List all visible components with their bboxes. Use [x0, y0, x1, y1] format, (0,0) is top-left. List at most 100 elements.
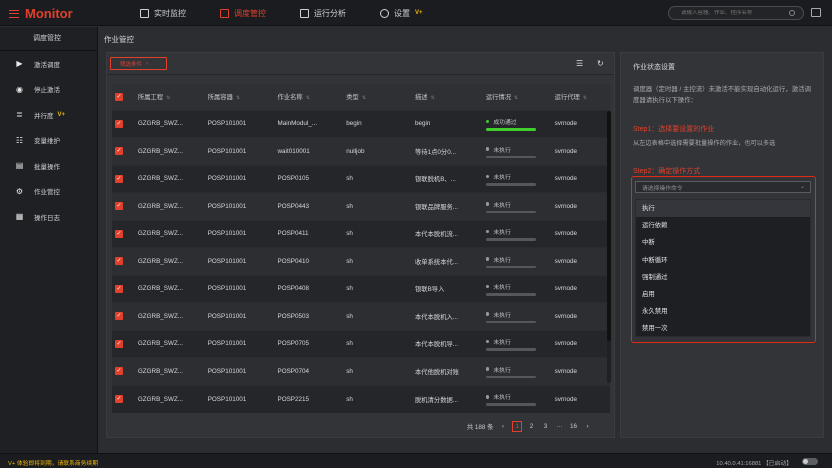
table-row[interactable]: ✓ GZGRB_SWZ... POSP101001 POSP0408 sh 银联B导入 未执…: [112, 274, 610, 303]
table-row[interactable]: ✓ GZGRB_SWZ... POSP101001 POSP0503 sh 本代本脱机入.…: [112, 302, 610, 330]
pager-prev[interactable]: ‹: [498, 423, 507, 430]
nav-run-analysis[interactable]: 运行分析: [300, 8, 346, 19]
sort-icon[interactable]: ⇅: [514, 95, 518, 101]
cell-job-name: POSP0704: [274, 357, 344, 385]
select-all-header[interactable]: ✓: [112, 84, 135, 110]
sort-icon[interactable]: ⇅: [362, 95, 366, 101]
cell-container: POSP101001: [204, 192, 275, 220]
row-select-cell[interactable]: ✓: [112, 192, 135, 220]
parallel-icon: ≣: [16, 110, 23, 120]
sidebar-item-batch[interactable]: ▤ 批量操作: [0, 153, 97, 179]
command-select[interactable]: 请选择操作命令 ⌄: [635, 181, 811, 193]
row-checkbox[interactable]: ✓: [115, 284, 123, 293]
pager-page-3[interactable]: 3: [541, 423, 550, 430]
cell-run-status: 未执行: [482, 219, 552, 248]
row-select-cell[interactable]: ✓: [112, 384, 135, 413]
table-row[interactable]: ✓ GZGRB_SWZ... POSP101001 POSP2215 sh 脱机清分数据.…: [112, 384, 610, 413]
row-select-cell[interactable]: ✓: [112, 137, 135, 165]
row-checkbox[interactable]: ✓: [115, 229, 123, 238]
sort-icon[interactable]: ⇅: [431, 95, 435, 101]
row-select-cell[interactable]: ✓: [112, 274, 135, 303]
col-description[interactable]: 描述 ⇅: [412, 84, 483, 110]
row-checkbox[interactable]: ✓: [115, 257, 123, 266]
nav-realtime-monitor[interactable]: 实时监控: [140, 8, 186, 19]
table-row[interactable]: ✓ GZGRB_SWZ... POSP101001 POSP0443 sh 银联品牌服务.…: [112, 192, 610, 220]
col-job-name[interactable]: 作业名称 ⇅: [274, 84, 344, 110]
row-checkbox[interactable]: ✓: [115, 312, 123, 321]
sort-icon[interactable]: ⇅: [236, 95, 240, 101]
job-table: ✓ 所属工程 ⇅ 所属容器 ⇅ 作业名称 ⇅ 类型 ⇅ 描述 ⇅ 运行情况 ⇅ 运行代理 ⇅ …: [112, 84, 610, 413]
sidebar-item-job-control[interactable]: ⚙ 作业管控: [0, 179, 97, 205]
search-input[interactable]: [681, 10, 789, 16]
option-force-pass[interactable]: 强制通过: [636, 269, 810, 286]
row-select-cell[interactable]: ✓: [112, 329, 135, 358]
row-checkbox[interactable]: ✓: [115, 174, 123, 183]
pager-next[interactable]: ›: [583, 423, 592, 430]
cell-description: begin: [412, 109, 483, 138]
option-interrupt-loop[interactable]: 中断循环: [636, 252, 810, 269]
col-container[interactable]: 所属容器 ⇅: [204, 84, 275, 110]
row-select-cell[interactable]: ✓: [112, 219, 135, 248]
table-row[interactable]: ✓ GZGRB_SWZ... POSP101001 POSP0411 sh 本代本脱机流.…: [112, 219, 610, 248]
table-row[interactable]: ✓ GZGRB_SWZ... POSP101001 POSP0705 sh 本代本脱机导.…: [112, 329, 610, 358]
nav-schedule-control[interactable]: 调度管控: [220, 8, 266, 19]
app-logo[interactable]: Monitor: [9, 6, 73, 21]
pagination: 共 188 条 ‹ 1 2 3 ··· 16 ›: [467, 421, 592, 432]
pager-page-16[interactable]: 16: [569, 423, 578, 430]
filter-button[interactable]: 筛选条件: [110, 57, 167, 70]
sort-icon[interactable]: ⇅: [583, 95, 587, 101]
col-project[interactable]: 所属工程 ⇅: [134, 84, 205, 110]
analysis-icon: [300, 8, 309, 18]
sidebar-item-deactivate[interactable]: ◉ 停止激活: [0, 77, 97, 103]
server-toggle[interactable]: [802, 458, 818, 465]
table-row[interactable]: ✓ GZGRB_SWZ... POSP101001 MainModul_... begi…: [112, 109, 610, 138]
option-interrupt[interactable]: 中断: [636, 234, 810, 251]
row-select-cell[interactable]: ✓: [112, 164, 135, 193]
sort-icon[interactable]: ⇅: [306, 95, 310, 101]
option-disable-permanent[interactable]: 永久禁用: [636, 303, 810, 320]
cell-type: sh: [343, 274, 412, 303]
sidebar-item-logs[interactable]: ▦ 操作日志: [0, 204, 97, 230]
row-checkbox[interactable]: ✓: [115, 395, 123, 403]
cell-type: sh: [343, 219, 412, 248]
row-checkbox[interactable]: ✓: [115, 367, 123, 376]
table-row[interactable]: ✓ GZGRB_SWZ... POSP101001 POSP0410 sh 收单系统本代.…: [112, 247, 610, 275]
row-select-cell[interactable]: ✓: [112, 109, 135, 138]
col-run-status[interactable]: 运行情况 ⇅: [482, 84, 552, 110]
table-row[interactable]: ✓ GZGRB_SWZ... POSP101001 POSP0704 sh 本代他脱机对账…: [112, 357, 610, 385]
search-icon[interactable]: [789, 10, 795, 16]
row-select-cell[interactable]: ✓: [112, 247, 135, 275]
pager-page-2[interactable]: 2: [527, 423, 536, 430]
row-select-cell[interactable]: ✓: [112, 302, 135, 330]
sidebar-item-activate[interactable]: ▶ 激活调度: [0, 51, 97, 77]
row-checkbox[interactable]: ✓: [115, 202, 123, 211]
row-checkbox[interactable]: ✓: [115, 147, 123, 156]
sidebar-item-parallel[interactable]: ≣ 并行度 V+: [0, 102, 97, 128]
menu-icon[interactable]: [9, 9, 19, 18]
col-agent[interactable]: 运行代理 ⇅: [551, 84, 610, 110]
column-settings-icon[interactable]: ☰: [576, 60, 584, 68]
option-enable[interactable]: 启用: [636, 286, 810, 303]
message-icon[interactable]: [811, 8, 821, 17]
search-box[interactable]: [668, 6, 804, 20]
col-type[interactable]: 类型 ⇅: [343, 84, 412, 110]
pager-page-1[interactable]: 1: [512, 421, 522, 432]
refresh-icon[interactable]: ↻: [597, 60, 605, 68]
sidebar-item-variables[interactable]: ☷ 变量维护: [0, 128, 97, 154]
table-row[interactable]: ✓ GZGRB_SWZ... POSP101001 wait010001 nulljob…: [112, 137, 610, 165]
sort-icon[interactable]: ⇅: [166, 95, 170, 101]
scrollbar-thumb[interactable]: [607, 111, 611, 341]
option-execute[interactable]: 执行: [636, 200, 810, 218]
pager-ellipsis[interactable]: ···: [555, 423, 564, 430]
row-checkbox[interactable]: ✓: [115, 339, 123, 348]
option-disable-once[interactable]: 禁用一次: [636, 320, 810, 337]
cell-project: GZGRB_SWZ...: [134, 164, 205, 193]
select-all-checkbox[interactable]: ✓: [115, 92, 123, 101]
row-select-cell[interactable]: ✓: [112, 357, 135, 385]
table-row[interactable]: ✓ GZGRB_SWZ... POSP101001 POSP0105 sh 银联脱机B、.…: [112, 164, 610, 193]
option-run-dependency[interactable]: 运行依赖: [636, 217, 810, 234]
table-scrollbar[interactable]: [607, 111, 611, 383]
run-status: 未执行: [485, 392, 552, 406]
nav-settings[interactable]: 设置 V+: [380, 8, 423, 19]
row-checkbox[interactable]: ✓: [115, 119, 123, 128]
